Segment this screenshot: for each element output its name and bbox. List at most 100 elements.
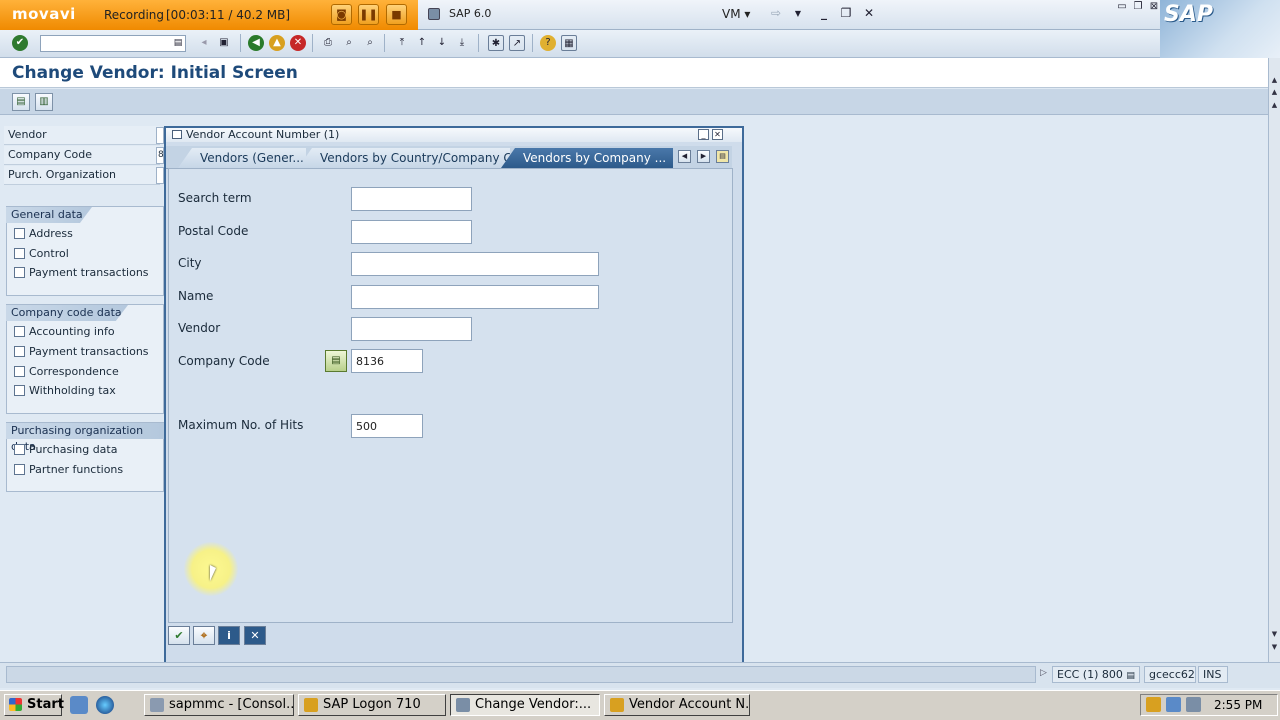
task-vendor-account[interactable]: Vendor Account N... [604,694,750,716]
stop-icon[interactable]: ■ [386,4,407,25]
minimize-icon[interactable]: _ [816,6,832,20]
company-code-label: Company Code [4,146,160,165]
sap-window-icon [456,698,470,712]
next-page-icon[interactable]: ↓ [434,35,450,51]
vendor-field[interactable] [156,127,164,144]
postal-code-input[interactable] [351,220,472,244]
tab-vendors-by-country[interactable]: Vendors by Country/Company C [298,148,510,168]
scroll-up-icon[interactable]: ▲ [1270,101,1279,110]
back-icon[interactable]: ◀ [248,35,264,51]
system-info[interactable]: ECC (1) 800 ▤ [1052,666,1140,683]
pause-icon[interactable]: ❚❚ [358,4,379,25]
command-history-icon[interactable]: ▤ [170,35,186,51]
mouse-cursor-icon [210,565,216,581]
scroll-down-icon[interactable]: ▼ [1270,630,1279,639]
screenshot-icon[interactable]: ◙ [331,4,352,25]
multiple-selection-icon[interactable]: ▤ [325,350,347,372]
tab-list-icon[interactable]: ▤ [716,150,729,163]
checkbox-box[interactable] [14,464,25,475]
cancel-icon[interactable]: ✕ [290,35,306,51]
start-search-button[interactable]: ⌖ [193,626,215,645]
checkbox-box[interactable] [14,267,25,278]
layout-menu-icon[interactable]: ▦ [561,35,577,51]
quicklaunch-desktop-icon[interactable] [70,696,88,714]
checkbox-box[interactable] [14,366,25,377]
sap-minimize-icon[interactable]: ▭ [1114,1,1130,12]
company-code-field[interactable]: 8 [156,147,164,164]
vendor-label: Vendor [4,126,160,145]
task-sapmmc[interactable]: sapmmc - [Consol... [144,694,294,716]
tab-vendors-general[interactable]: Vendors (Gener... [178,148,306,168]
command-field[interactable] [40,35,186,52]
tab-vendors-by-company[interactable]: Vendors by Company ... [501,148,673,168]
checkbox-box[interactable] [14,385,25,396]
name-label: Name [178,289,214,303]
continue-button[interactable]: ✔ [168,626,190,645]
tray-sap-icon[interactable] [1146,697,1161,712]
dialog-close-icon[interactable]: ✕ [712,129,723,140]
checkbox-box[interactable] [14,444,25,455]
sap-window-icon [428,8,440,20]
restore-icon[interactable]: ❐ [838,6,854,20]
dialog-minimize-icon[interactable]: _ [698,129,709,140]
task-sap-logon[interactable]: SAP Logon 710 [298,694,446,716]
vm-menu[interactable]: VM ▾ [722,7,750,21]
exit-icon[interactable]: ▲ [269,35,285,51]
tab-scroll-right-icon[interactable]: ▶ [697,150,710,163]
vendor-select-icon[interactable]: ▤ [12,93,30,111]
scroll-down-icon[interactable]: ▼ [1270,643,1279,652]
city-input[interactable] [351,252,599,276]
tray-volume-icon[interactable] [1186,697,1201,712]
dialog-title: Vendor Account Number (1) [186,128,340,141]
close-icon[interactable]: ✕ [861,6,877,20]
sap-dialog-icon [610,698,624,712]
last-page-icon[interactable]: ⤓ [454,35,470,51]
create-session-icon[interactable]: ✱ [488,35,504,51]
checkbox-box[interactable] [14,346,25,357]
back-arrow-icon[interactable]: ◂ [196,35,212,51]
quicklaunch-browser-icon[interactable] [96,696,114,714]
checkbox-label: Payment transactions [29,266,149,279]
checkbox-box[interactable] [14,326,25,337]
checkbox-box[interactable] [14,248,25,259]
shortcut-icon[interactable]: ↗ [509,35,525,51]
information-button[interactable]: i [218,626,240,645]
chevron-down-icon[interactable]: ▼ [790,9,806,18]
previous-page-icon[interactable]: ↑ [414,35,430,51]
company-code-data-title: Company code data [6,305,128,321]
scroll-up-icon[interactable]: ▲ [1270,88,1279,97]
checkbox-label: Accounting info [29,325,115,338]
max-hits-input[interactable] [351,414,423,438]
checkbox-label: Partner functions [29,463,124,476]
first-page-icon[interactable]: ⤒ [394,35,410,51]
separator [240,34,241,52]
vendor-label: Vendor [178,321,221,335]
find-next-icon[interactable]: ⌕ [362,35,378,51]
forward-icon[interactable]: ⇨ [768,6,784,20]
search-term-input[interactable] [351,187,472,211]
name-input[interactable] [351,285,599,309]
tab-scroll-left-icon[interactable]: ◀ [678,150,691,163]
scroll-up-icon[interactable]: ▲ [1270,76,1279,85]
checkbox-box[interactable] [14,228,25,239]
max-hits-label: Maximum No. of Hits [178,418,304,432]
checkbox-label: Withholding tax [29,384,116,397]
company-code-input[interactable] [351,349,423,373]
vendor-input[interactable] [351,317,472,341]
status-expand-icon[interactable]: ▷ [1040,668,1047,678]
cancel-button[interactable]: ✕ [244,626,266,645]
document-icon[interactable]: ▥ [35,93,53,111]
help-icon[interactable]: ? [540,35,556,51]
application-toolbar [0,89,1274,115]
tray-network-icon[interactable] [1166,697,1181,712]
save-icon[interactable]: ▣ [216,35,232,51]
sap-restore-icon[interactable]: ❐ [1130,1,1146,12]
separator [532,34,533,52]
enter-icon[interactable]: ✔ [12,35,28,51]
find-icon[interactable]: ⌕ [341,35,357,51]
print-icon[interactable]: ⎙ [320,35,336,51]
sap-logon-icon [304,698,318,712]
task-change-vendor[interactable]: Change Vendor:... [450,694,600,716]
purch-org-field[interactable] [156,167,164,184]
vertical-scrollbar[interactable] [1268,58,1280,662]
